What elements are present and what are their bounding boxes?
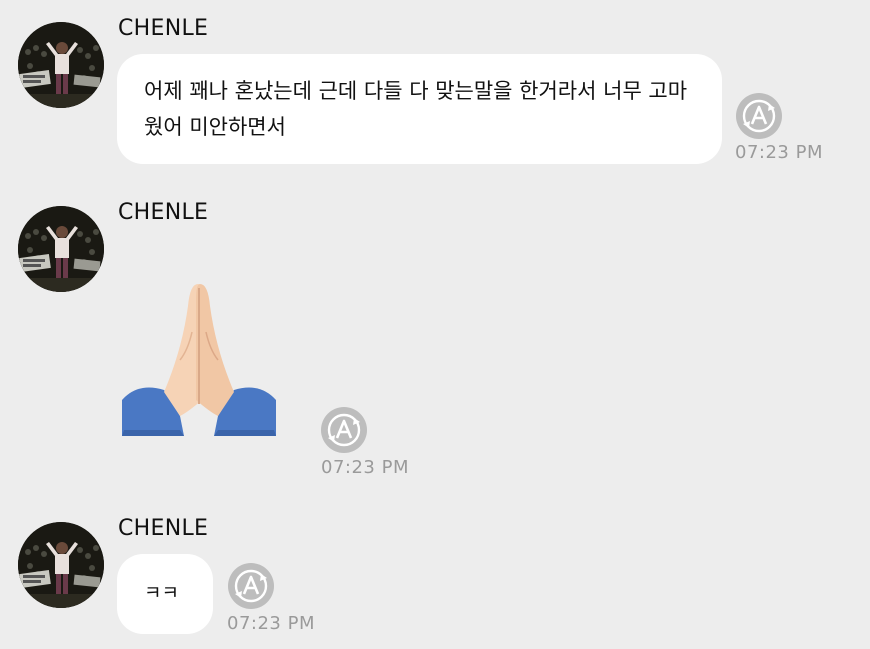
timestamp: 07:23 PM: [227, 613, 315, 634]
avatar[interactable]: [18, 522, 104, 608]
avatar-photo-icon: [18, 206, 104, 292]
auto-translate-a-icon[interactable]: [320, 406, 368, 454]
auto-translate-a-icon[interactable]: [227, 562, 275, 610]
folded-hands-emoji-icon[interactable]: [118, 280, 280, 440]
message-bubble[interactable]: 어제 꽤나 혼났는데 근데 다들 다 맞는말을 한거라서 너무 고마웠어 미안하…: [117, 54, 722, 164]
sender-name: CHENLE: [118, 200, 209, 225]
message-bubble[interactable]: ㅋㅋ: [117, 554, 213, 634]
timestamp: 07:23 PM: [321, 457, 409, 478]
sender-name: CHENLE: [118, 16, 209, 41]
message-text: 어제 꽤나 혼났는데 근데 다들 다 맞는말을 한거라서 너무 고마웠어 미안하…: [144, 79, 688, 139]
sender-name: CHENLE: [118, 516, 209, 541]
timestamp: 07:23 PM: [735, 142, 823, 163]
message-text: ㅋㅋ: [144, 582, 179, 604]
avatar-photo-icon: [18, 522, 104, 608]
avatar[interactable]: [18, 206, 104, 292]
auto-translate-a-icon[interactable]: [735, 92, 783, 140]
avatar-photo-icon: [18, 22, 104, 108]
avatar[interactable]: [18, 22, 104, 108]
